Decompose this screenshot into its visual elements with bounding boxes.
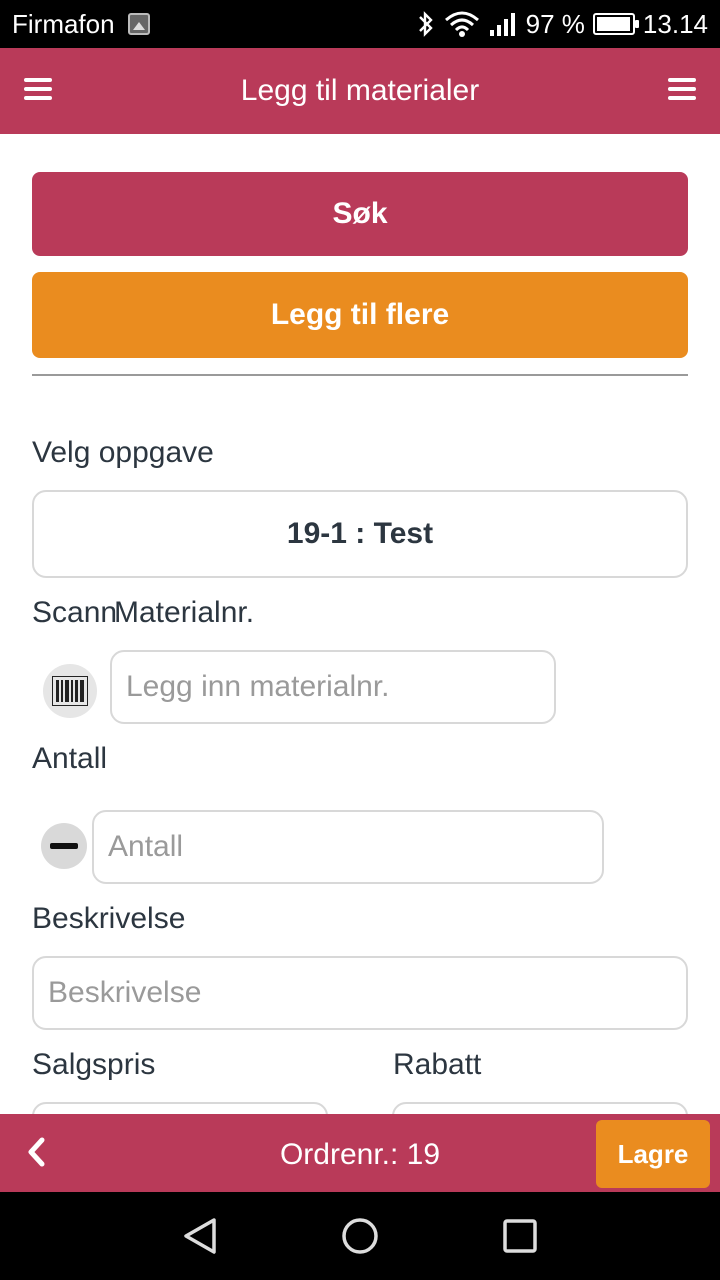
battery-icon [592,13,639,35]
app-header: Legg til materialer [0,48,720,134]
carrier-name: Firmafon [12,9,115,39]
barcode-scan-icon[interactable] [43,664,97,718]
discount-input[interactable] [392,1102,688,1114]
hamburger-menu-icon-right[interactable] [668,78,696,100]
sales-price-label: Salgspris [32,1048,156,1081]
nav-back-icon[interactable] [180,1216,220,1256]
save-button[interactable]: Lagre [596,1120,710,1188]
divider [32,374,688,376]
material-number-input[interactable]: Legg inn materialnr. [110,650,556,724]
discount-label: Rabatt [393,1048,482,1081]
wifi-icon [444,11,479,37]
barcode-icon [52,676,88,706]
system-nav-bar [0,1192,720,1280]
status-bar: Firmafon 97 % 13.14 [0,0,720,48]
main-content: Søk Legg til flere Velg oppgave 19-1 : T… [0,134,720,1114]
task-label: Velg oppgave [32,436,214,469]
quantity-input[interactable]: Antall [92,810,604,884]
bottom-bar: Ordrenr.: 19 Lagre [0,1114,720,1192]
scan-label: Scann [32,596,118,629]
signal-icon [489,13,515,36]
nav-recents-icon[interactable] [500,1216,540,1256]
battery-percent: 97 % [525,8,585,39]
bluetooth-icon [418,11,433,37]
status-indicators: 97 % 13.14 [416,7,708,41]
description-input[interactable]: Beskrivelse [32,956,688,1030]
sales-price-input[interactable] [32,1102,328,1114]
image-notification-icon [128,13,150,35]
decrease-quantity-icon[interactable] [41,823,87,869]
page-title: Legg til materialer [240,74,480,107]
description-label: Beskrivelse [32,902,186,935]
task-select[interactable]: 19-1 : Test [32,490,688,578]
search-button[interactable]: Søk [32,172,688,256]
add-more-button[interactable]: Legg til flere [32,272,688,358]
nav-home-icon[interactable] [340,1216,380,1256]
quantity-label: Antall [32,742,108,775]
clock: 13.14 [642,8,708,39]
material-number-label: Materialnr. [114,596,255,629]
